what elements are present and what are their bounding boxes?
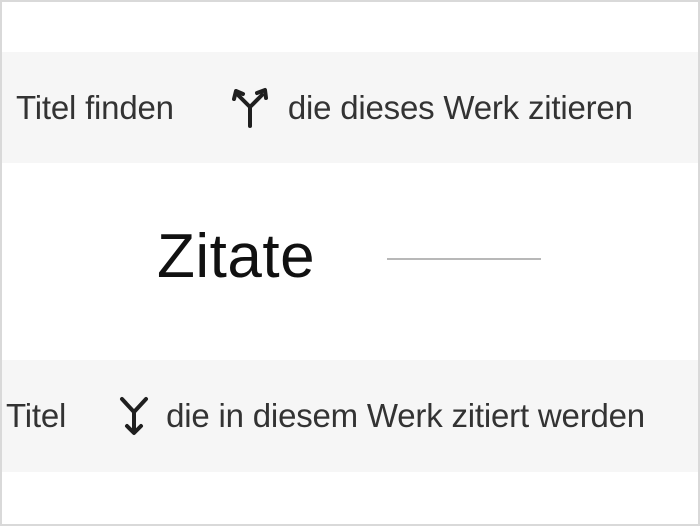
cited-by-label[interactable]: Titel finden — [16, 89, 174, 127]
cited-by-row[interactable]: Titel finden die dieses Werk zitieren — [2, 52, 698, 163]
cited-by-description: die dieses Werk zitieren — [287, 88, 633, 126]
references-description: die in diesem Werk zitiert werden — [166, 397, 645, 434]
heading-divider — [387, 257, 542, 260]
section-heading: Zitate — [157, 221, 542, 292]
references-row[interactable]: Titel die in diesem Werk zitiert werden — [2, 360, 698, 472]
citations-panel: Titel finden die dieses Werk zitieren Zi… — [0, 0, 700, 526]
fork-up-icon — [228, 86, 272, 130]
page-title: Zitate — [157, 222, 316, 291]
references-label[interactable]: Titel — [6, 397, 66, 435]
merge-down-icon — [114, 394, 154, 438]
